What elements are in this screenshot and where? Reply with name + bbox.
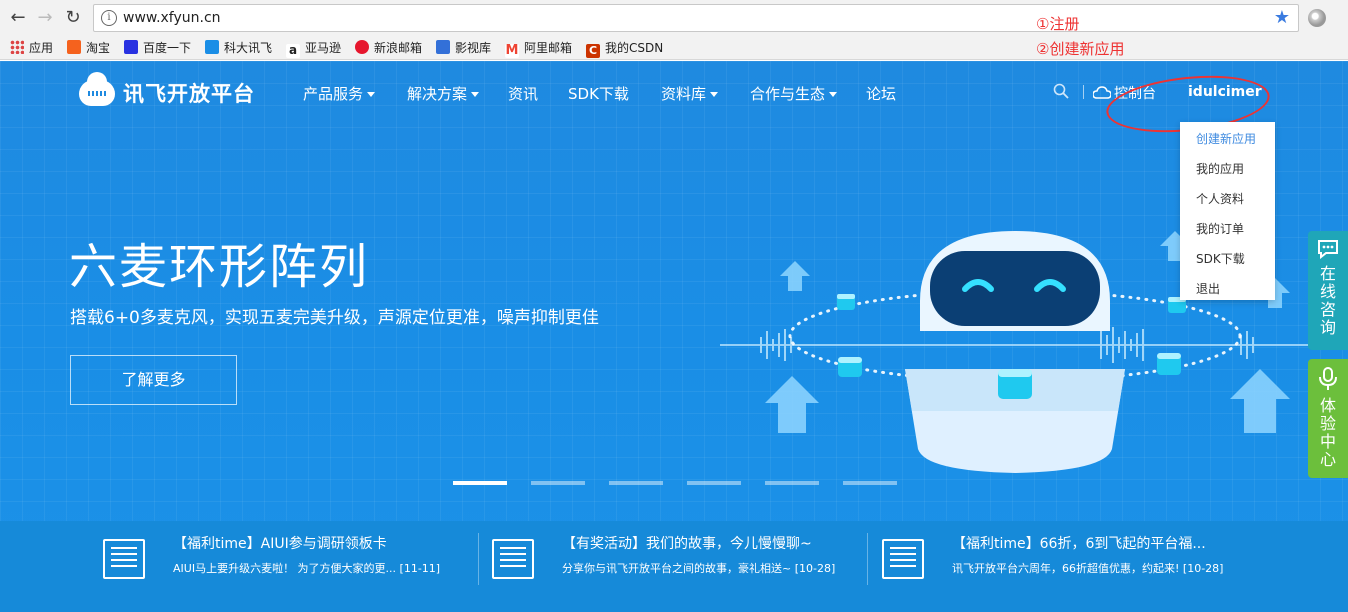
- forward-arrow-icon[interactable]: →: [35, 8, 55, 28]
- nav-label: 解决方案: [407, 85, 468, 103]
- bookmark-label: 新浪邮箱: [374, 41, 423, 55]
- menu-my-orders[interactable]: 我的订单: [1196, 220, 1244, 237]
- nav-forum[interactable]: 论坛: [866, 83, 896, 104]
- menu-create-app[interactable]: 创建新应用: [1196, 130, 1256, 147]
- news-bar: 【福利time】AIUI参与调研领板卡 AIUI马上要升级六麦啦！ 为了方便大家…: [0, 521, 1348, 612]
- nav-news[interactable]: 资讯: [508, 83, 538, 104]
- address-bar[interactable]: i www.xfyun.cn ★: [93, 4, 1299, 32]
- nav-label: 资讯: [508, 85, 539, 103]
- nav-label: SDK下载: [568, 85, 629, 103]
- search-icon[interactable]: [1053, 83, 1069, 99]
- carousel-dot[interactable]: [609, 481, 663, 485]
- bookmark-video[interactable]: 影视库: [436, 39, 491, 57]
- url-text[interactable]: www.xfyun.cn: [123, 10, 221, 26]
- logo-text: 讯飞开放平台: [123, 82, 255, 106]
- caret-down-icon: [367, 92, 376, 97]
- menu-sdk-download[interactable]: SDK下载: [1196, 250, 1245, 267]
- nav-label: 论坛: [866, 85, 897, 103]
- bookmarks-bar: 应用 淘宝 百度一下 科大讯飞 a 亚马逊 新浪邮箱 影视库 M 阿里邮箱 C 我的C…: [0, 36, 1348, 60]
- news-title[interactable]: 【福利time】AIUI参与调研领板卡: [173, 533, 387, 553]
- carousel-dot[interactable]: [843, 481, 897, 485]
- cloud-icon: [1092, 86, 1112, 99]
- reload-icon[interactable]: ↻: [63, 8, 83, 28]
- caret-down-icon: [710, 92, 719, 97]
- nav-label: 合作与生态: [750, 85, 826, 103]
- menu-my-apps[interactable]: 我的应用: [1196, 160, 1244, 177]
- cloud-logo-icon: [79, 72, 115, 106]
- chat-icon: [1318, 240, 1338, 259]
- bookmark-label: 亚马逊: [305, 41, 342, 55]
- iflytek-icon: [205, 40, 219, 54]
- bookmark-label: 科大讯飞: [224, 41, 273, 55]
- xfyun-logo[interactable]: 讯飞开放平台: [79, 72, 255, 110]
- extension-icon[interactable]: [1308, 9, 1326, 27]
- bookmark-label: 淘宝: [86, 41, 111, 55]
- carousel-dot[interactable]: [531, 481, 585, 485]
- bookmark-taobao[interactable]: 淘宝: [67, 39, 110, 57]
- news-title[interactable]: 【福利time】66折，6到飞起的平台福...: [952, 533, 1206, 553]
- hero-subtitle: 搭载6+0多麦克风，实现五麦完美升级，声源定位更准，噪声抑制更佳: [70, 308, 599, 328]
- bookmark-label: 百度一下: [143, 41, 192, 55]
- news-title[interactable]: 【有奖活动】我们的故事，今儿慢慢聊~: [562, 533, 812, 553]
- carousel-dot[interactable]: [687, 481, 741, 485]
- news-summary: 讯飞开放平台六周年，66折超值优惠，约起来! [10-28]: [952, 562, 1224, 575]
- carousel-dot[interactable]: [765, 481, 819, 485]
- bookmark-label: 阿里邮箱: [524, 41, 573, 55]
- bookmark-sina-mail[interactable]: 新浪邮箱: [355, 39, 422, 57]
- caret-down-icon: [471, 92, 480, 97]
- annotation-step2: ②创建新应用: [1036, 40, 1125, 58]
- learn-more-button[interactable]: 了解更多: [70, 355, 237, 405]
- bookmark-label: 影视库: [455, 41, 492, 55]
- nav-solutions[interactable]: 解决方案: [407, 83, 480, 104]
- ali-mail-icon: M: [505, 43, 519, 58]
- nav-docs[interactable]: 资料库: [661, 83, 719, 104]
- nav-products[interactable]: 产品服务: [303, 83, 376, 104]
- user-dropdown-menu: 创建新应用 我的应用 个人资料 我的订单 SDK下载 退出: [1180, 122, 1275, 300]
- caret-down-icon: [829, 92, 838, 97]
- waveform: [720, 327, 1320, 363]
- document-icon: [103, 539, 145, 579]
- news-summary: 分享你与讯飞开放平台之间的故事，豪礼相送~ [10-28]: [562, 562, 836, 575]
- sina-icon: [355, 40, 369, 54]
- amazon-icon: a: [286, 44, 300, 58]
- bookmark-baidu[interactable]: 百度一下: [124, 39, 191, 57]
- news-divider: [867, 533, 868, 585]
- nav-ecosystem[interactable]: 合作与生态: [750, 83, 838, 104]
- nav-divider: [1083, 85, 1084, 99]
- news-summary: AIUI马上要升级六麦啦！ 为了方便大家的更... [11-11]: [173, 562, 441, 575]
- side-tab-label: 体验中心: [1320, 396, 1337, 469]
- bookmark-iflytek[interactable]: 科大讯飞: [205, 39, 272, 57]
- nav-label: 产品服务: [303, 85, 364, 103]
- side-tab-label: 在线咨询: [1320, 264, 1337, 337]
- bookmark-label: 我的CSDN: [605, 41, 664, 55]
- browser-toolbar: ← → ↻ i www.xfyun.cn ★: [0, 0, 1348, 36]
- info-icon[interactable]: i: [101, 10, 117, 26]
- news-divider: [478, 533, 479, 585]
- xfyun-homepage: 讯飞开放平台 产品服务 解决方案 资讯 SDK下载 资料库 合作与生态 论坛 控…: [0, 61, 1348, 612]
- bookmark-apps[interactable]: 应用: [10, 39, 53, 57]
- hero-title: 六麦环形阵列: [69, 239, 370, 295]
- bookmark-csdn[interactable]: C 我的CSDN: [586, 39, 664, 58]
- document-icon: [882, 539, 924, 579]
- menu-profile[interactable]: 个人资料: [1196, 190, 1244, 207]
- video-icon: [436, 40, 450, 54]
- microphone-icon: [1319, 367, 1337, 390]
- bookmark-amazon[interactable]: a 亚马逊: [286, 39, 342, 58]
- bookmark-label: 应用: [29, 41, 54, 55]
- bookmark-ali-mail[interactable]: M 阿里邮箱: [505, 39, 573, 58]
- annotation-step1: ①注册: [1036, 15, 1080, 33]
- back-arrow-icon[interactable]: ←: [8, 8, 28, 28]
- apps-grid-icon: [10, 40, 24, 54]
- baidu-icon: [124, 40, 138, 54]
- document-icon: [492, 539, 534, 579]
- menu-logout[interactable]: 退出: [1196, 280, 1220, 297]
- nav-label: 资料库: [661, 85, 707, 103]
- taobao-icon: [67, 40, 81, 54]
- online-consult-tab[interactable]: 在线咨询: [1308, 231, 1348, 350]
- csdn-icon: C: [586, 44, 600, 58]
- experience-center-tab[interactable]: 体验中心: [1308, 359, 1348, 478]
- carousel-dot[interactable]: [453, 481, 507, 485]
- bookmark-star-icon[interactable]: ★: [1274, 7, 1290, 28]
- nav-sdk-download[interactable]: SDK下载: [568, 83, 629, 104]
